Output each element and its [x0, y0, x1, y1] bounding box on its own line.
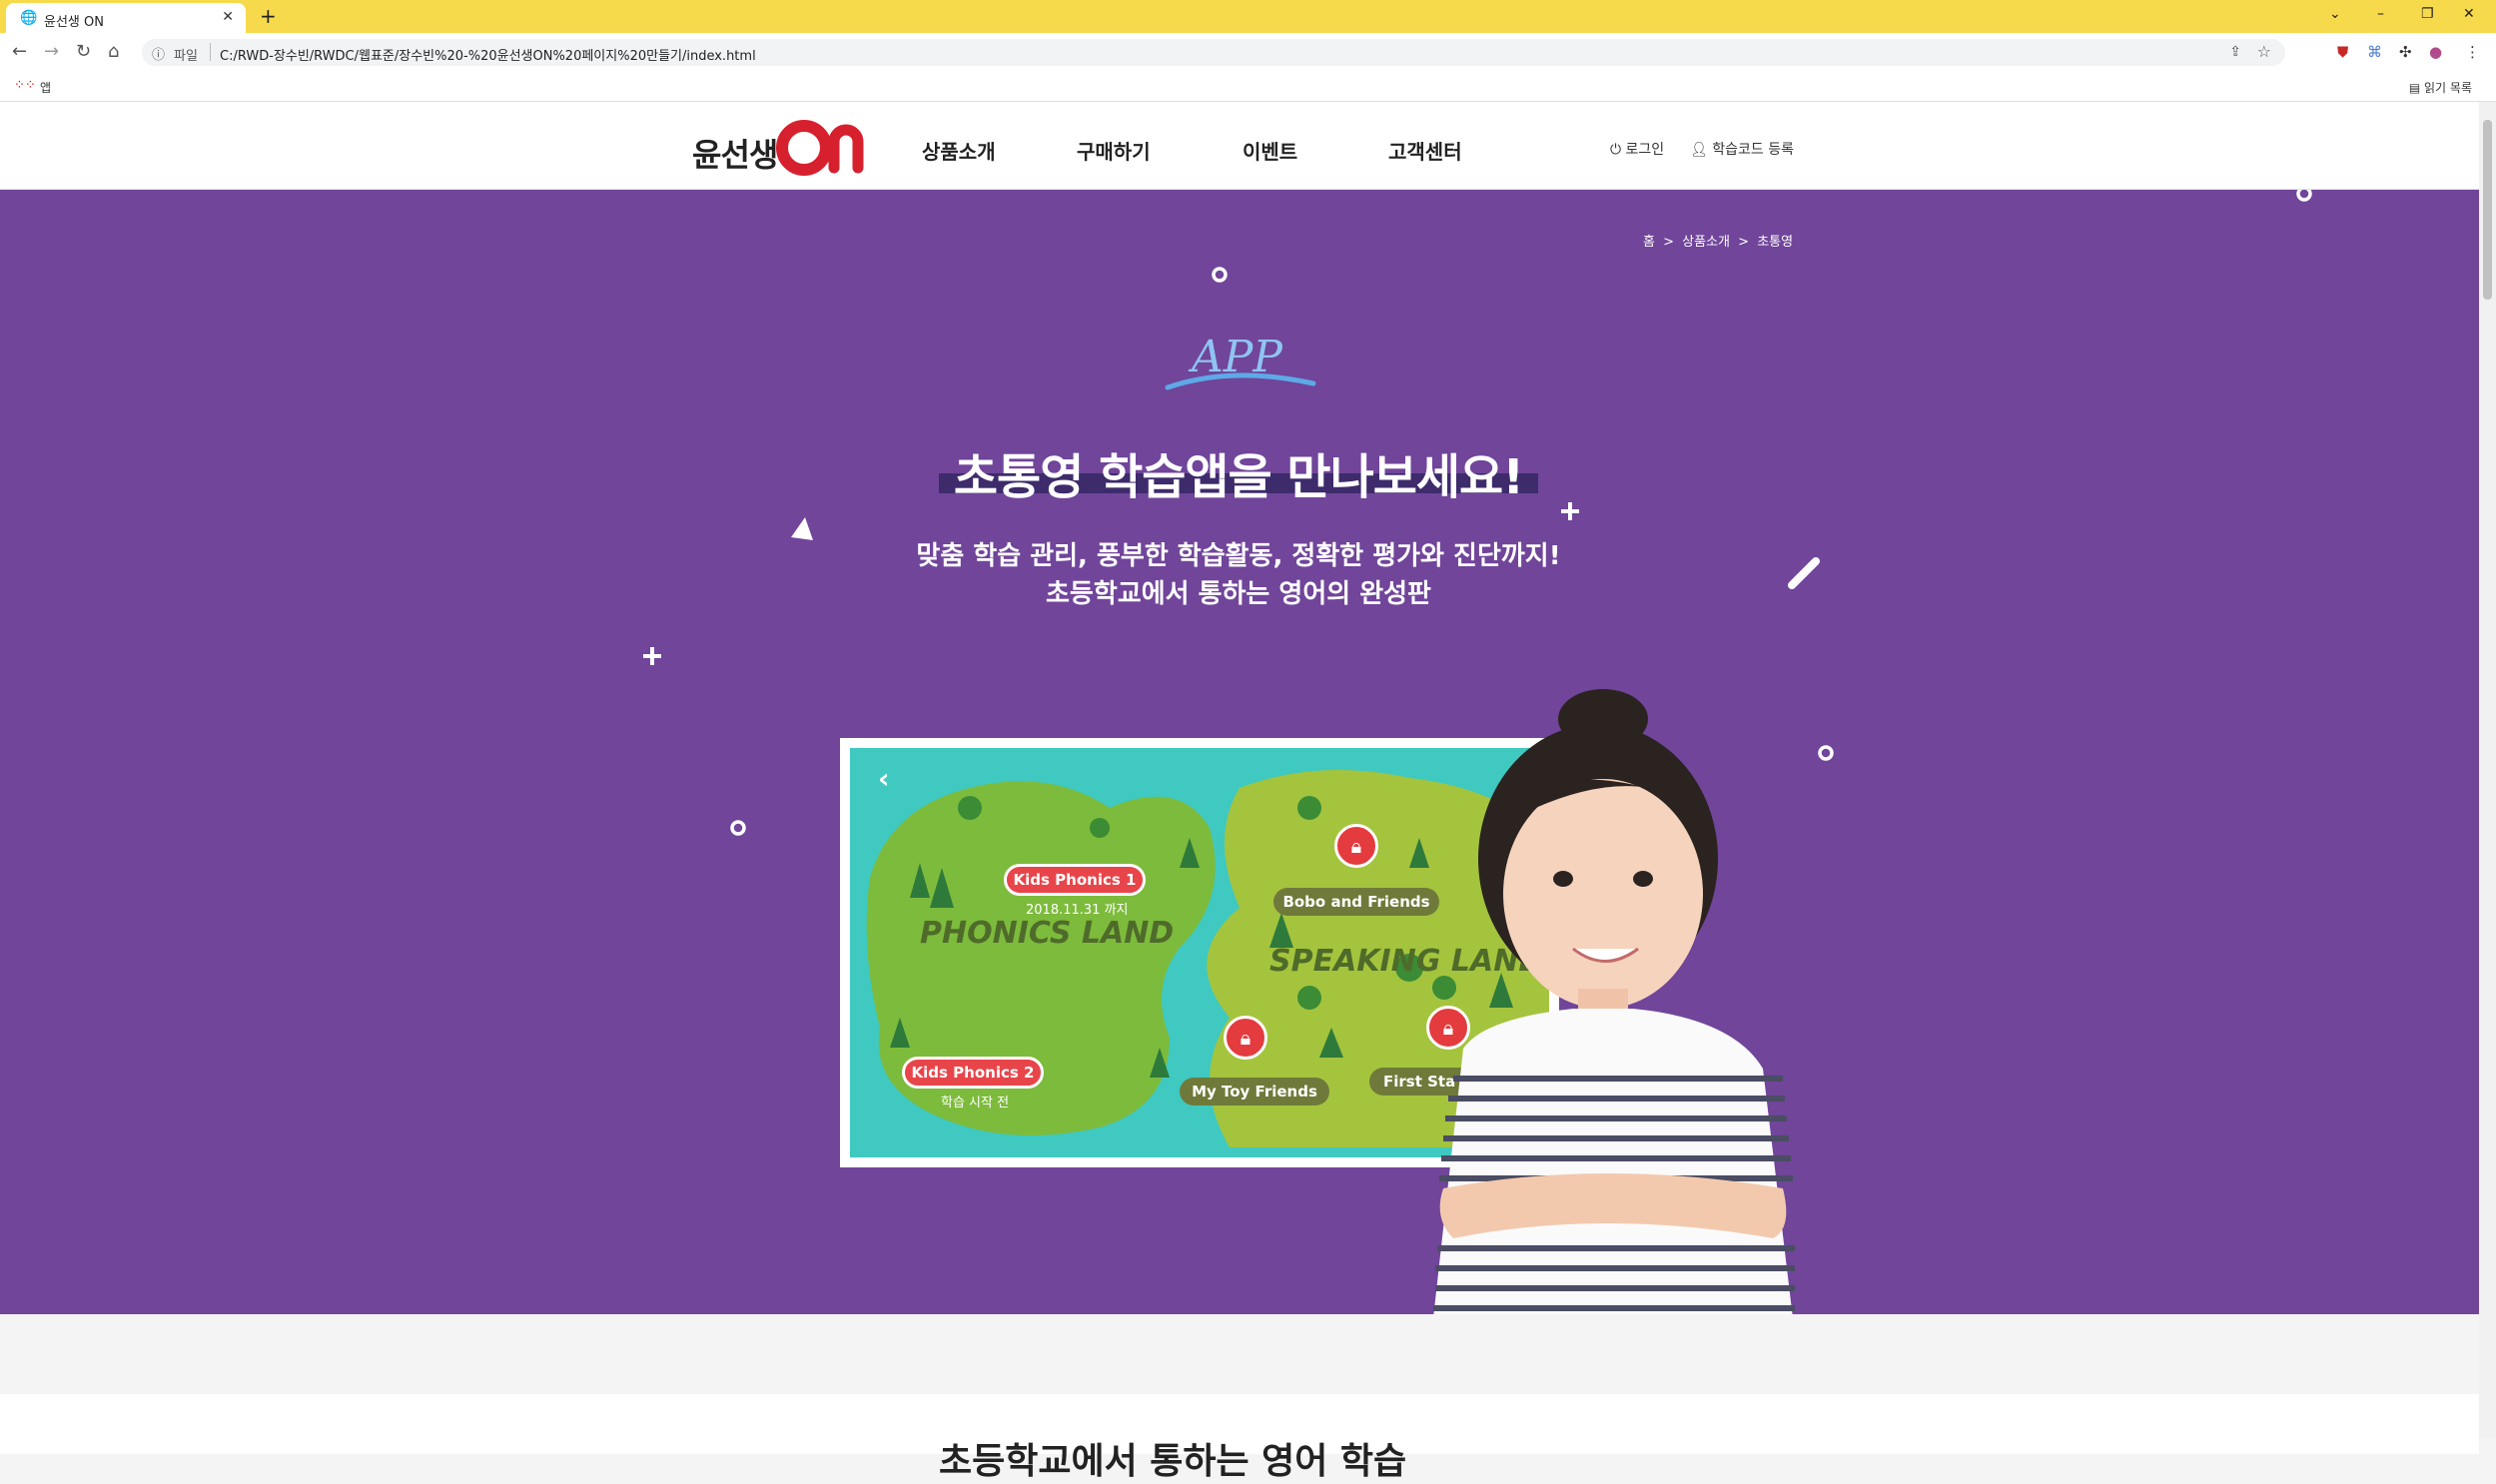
page-scrollbar[interactable]: [2479, 102, 2496, 1438]
address-bar-row: ← → ↻ ⌂ ⓘ 파일 C:/RWD-장수빈/RWDC/웹표준/장수빈%20-…: [0, 33, 2496, 71]
ring-decoration: [730, 820, 746, 836]
kids-phonics-2-status: 학습 시작 전: [941, 1096, 1010, 1111]
kids-phonics-1-status: 2018.11.31 까지: [1026, 903, 1129, 918]
back-icon[interactable]: ←: [12, 41, 27, 62]
restore-button[interactable]: ❐: [2421, 6, 2434, 22]
breadcrumb-current: 초통영: [1757, 235, 1794, 250]
reading-list-button[interactable]: ▤ 읽기 목록: [2409, 79, 2472, 96]
nav-customer-center[interactable]: 고객센터: [1388, 136, 1462, 165]
chevron-right-icon: >: [1738, 235, 1750, 250]
hero-subtitle-line1: 맞춤 학습 관리, 풍부한 학습활동, 정확한 평가와 진단까지!: [916, 541, 1561, 571]
section-title: 초등학교에서 통하는 영어 학습: [939, 1441, 1407, 1482]
ring-decoration: [2296, 190, 2312, 202]
breadcrumb-products[interactable]: 상품소개: [1682, 235, 1730, 250]
profile-avatar-icon[interactable]: ●: [2429, 43, 2442, 61]
bar-decoration: [1788, 557, 1820, 589]
bookmark-bar: ⁘⁘ 앱 ▤ 읽기 목록: [0, 71, 2496, 102]
plus-decoration: [1561, 502, 1579, 520]
url-text[interactable]: C:/RWD-장수빈/RWDC/웹표준/장수빈%20-%20윤선생ON%20페이…: [220, 45, 756, 64]
breadcrumb-home[interactable]: 홈: [1643, 235, 1655, 250]
browser-tab-bar: 🌐 윤선생 ON ✕ + ⌄ – ❐ ✕: [0, 0, 2496, 33]
url-divider: [210, 43, 211, 61]
nav-products[interactable]: 상품소개: [922, 136, 996, 165]
login-label: 로그인: [1625, 142, 1665, 158]
girl-photo: [1433, 689, 1795, 1314]
tab-search-icon[interactable]: ⌄: [2329, 6, 2341, 22]
tab-title: 윤선생 ON: [44, 15, 104, 30]
globe-icon: 🌐: [20, 10, 38, 26]
triangle-decoration: [791, 517, 813, 540]
scrollbar-thumb[interactable]: [2483, 120, 2492, 300]
reload-icon[interactable]: ↻: [76, 41, 91, 62]
apps-grid-icon[interactable]: ⁘⁘: [14, 78, 36, 93]
plus-decoration: [643, 647, 661, 665]
kids-phonics-2-button[interactable]: Kids Phonics 2: [902, 1057, 1044, 1089]
bobo-and-friends-button[interactable]: Bobo and Friends: [1273, 888, 1439, 916]
hero-title-block: 초통영 학습앱을 만나보세요!: [939, 437, 1538, 505]
info-icon[interactable]: ⓘ: [152, 44, 165, 63]
ring-decoration: [1212, 267, 1228, 283]
hero-subtitle-line2: 초등학교에서 통하는 영어의 완성판: [1046, 579, 1431, 609]
new-tab-button[interactable]: +: [260, 4, 277, 28]
puzzle-extensions-icon[interactable]: ✣: [2399, 43, 2412, 61]
logo-text: 윤선생: [692, 136, 778, 174]
logo-on-mark: [776, 120, 864, 176]
my-toy-friends-button[interactable]: My Toy Friends: [1180, 1078, 1329, 1106]
back-arrow-icon[interactable]: ‹: [878, 762, 890, 795]
browser-tab[interactable]: 🌐 윤선생 ON ✕: [6, 3, 246, 33]
reading-list-label: 읽기 목록: [2424, 81, 2472, 95]
lock-icon: 🔒︎: [1334, 824, 1378, 868]
site-header: 윤선생 상품소개 구매하기 이벤트 고객센터 ⏻ 로그인 👤︎ 학습코드 등록: [0, 102, 2479, 190]
more-menu-icon[interactable]: ⋮: [2465, 43, 2480, 61]
hero-title: 초통영 학습앱을 만나보세요!: [953, 449, 1524, 505]
chevron-right-icon: >: [1663, 235, 1675, 250]
phonics-land-label: PHONICS LAND: [920, 916, 1175, 951]
hero-subtitle: 맞춤 학습 관리, 풍부한 학습활동, 정확한 평가와 진단까지! 초등학교에서…: [839, 537, 1638, 613]
product-section: 초등학교에서 통하는 영어 학습: [0, 1314, 2479, 1482]
user-icon: 👤︎: [1690, 142, 1713, 158]
tab-close-icon[interactable]: ✕: [222, 9, 234, 25]
power-icon: ⏻: [1610, 142, 1626, 158]
share-icon[interactable]: ⇪: [2229, 44, 2241, 60]
url-field[interactable]: ⓘ 파일 C:/RWD-장수빈/RWDC/웹표준/장수빈%20-%20윤선생ON…: [142, 39, 2285, 66]
lock-icon: 🔒︎: [1224, 1016, 1267, 1060]
home-icon[interactable]: ⌂: [108, 41, 119, 62]
breadcrumb: 홈 > 상품소개 > 초통영: [1643, 231, 1797, 250]
apps-label[interactable]: 앱: [40, 79, 51, 96]
close-window-button[interactable]: ✕: [2463, 6, 2475, 22]
register-code-link[interactable]: 👤︎ 학습코드 등록: [1690, 139, 1794, 159]
translate-extension-icon[interactable]: ⌘: [2367, 43, 2382, 61]
reading-list-icon: ▤: [2408, 81, 2425, 95]
login-link[interactable]: ⏻ 로그인: [1610, 139, 1664, 159]
url-scheme-label: 파일: [174, 49, 198, 64]
nav-purchase[interactable]: 구매하기: [1077, 136, 1151, 165]
shield-extension-icon[interactable]: ⛊: [2337, 43, 2348, 61]
app-tag-graphic: APP: [1165, 332, 1316, 390]
kids-phonics-1-button[interactable]: Kids Phonics 1: [1004, 864, 1146, 896]
nav-event[interactable]: 이벤트: [1243, 136, 1297, 165]
minimize-button[interactable]: –: [2377, 6, 2384, 22]
register-label: 학습코드 등록: [1712, 142, 1794, 158]
bookmark-star-icon[interactable]: ☆: [2257, 42, 2271, 61]
forward-icon[interactable]: →: [44, 41, 59, 62]
app-tag: APP: [1188, 332, 1283, 382]
hero-section: 홈 > 상품소개 > 초통영 APP 초통영 학습앱을 만나보세요! 맞춤 학습…: [0, 190, 2479, 1314]
